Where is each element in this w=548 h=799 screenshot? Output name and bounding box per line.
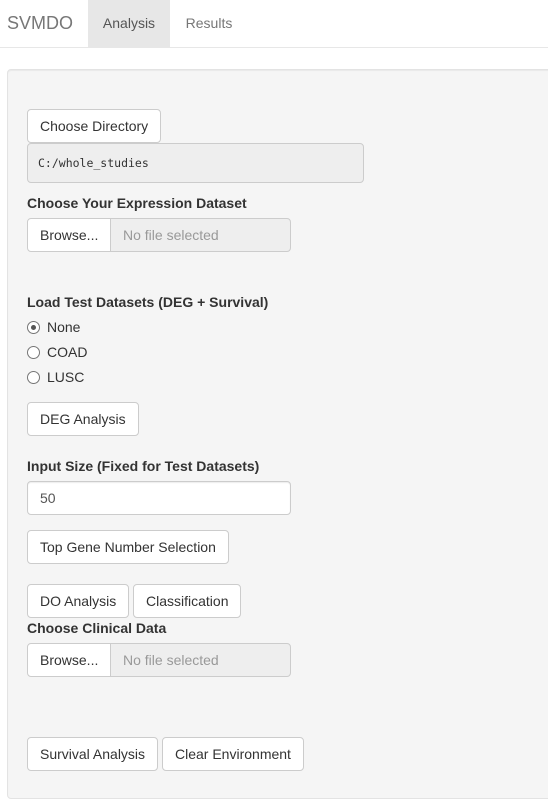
expression-browse-button[interactable]: Browse... [27, 218, 111, 252]
expression-dataset-file-input: Browse... No file selected [27, 218, 291, 252]
tab-results[interactable]: Results [170, 0, 248, 47]
radio-label-none: None [47, 319, 81, 335]
expression-dataset-label: Choose Your Expression Dataset [27, 195, 247, 211]
top-gene-number-button[interactable]: Top Gene Number Selection [27, 530, 229, 564]
input-size-label: Input Size (Fixed for Test Datasets) [27, 458, 260, 474]
directory-path-display: C:/whole_studies [27, 143, 364, 183]
do-analysis-button[interactable]: DO Analysis [27, 584, 130, 618]
classification-button[interactable]: Classification [133, 584, 242, 618]
radio-label-coad: COAD [47, 344, 88, 360]
radio-button-none[interactable] [27, 321, 40, 334]
radio-label-lusc: LUSC [47, 369, 85, 385]
clinical-browse-button[interactable]: Browse... [27, 643, 111, 677]
clinical-data-label: Choose Clinical Data [27, 620, 167, 636]
radio-button-lusc[interactable] [27, 371, 40, 384]
clinical-file-name-field[interactable]: No file selected [110, 643, 291, 677]
clear-environment-button[interactable]: Clear Environment [162, 737, 304, 771]
navbar: SVMDO Analysis Results [0, 0, 548, 48]
input-size-field[interactable]: 50 [27, 481, 291, 515]
test-datasets-label: Load Test Datasets (DEG + Survival) [27, 294, 269, 310]
survival-analysis-button[interactable]: Survival Analysis [27, 737, 159, 771]
expression-file-name-field[interactable]: No file selected [110, 218, 291, 252]
radio-button-coad[interactable] [27, 346, 40, 359]
app-brand[interactable]: SVMDO [7, 13, 73, 33]
choose-directory-button[interactable]: Choose Directory [27, 109, 162, 143]
tab-analysis[interactable]: Analysis [88, 0, 170, 47]
clinical-data-file-input: Browse... No file selected [27, 643, 291, 677]
deg-analysis-button[interactable]: DEG Analysis [27, 402, 139, 436]
